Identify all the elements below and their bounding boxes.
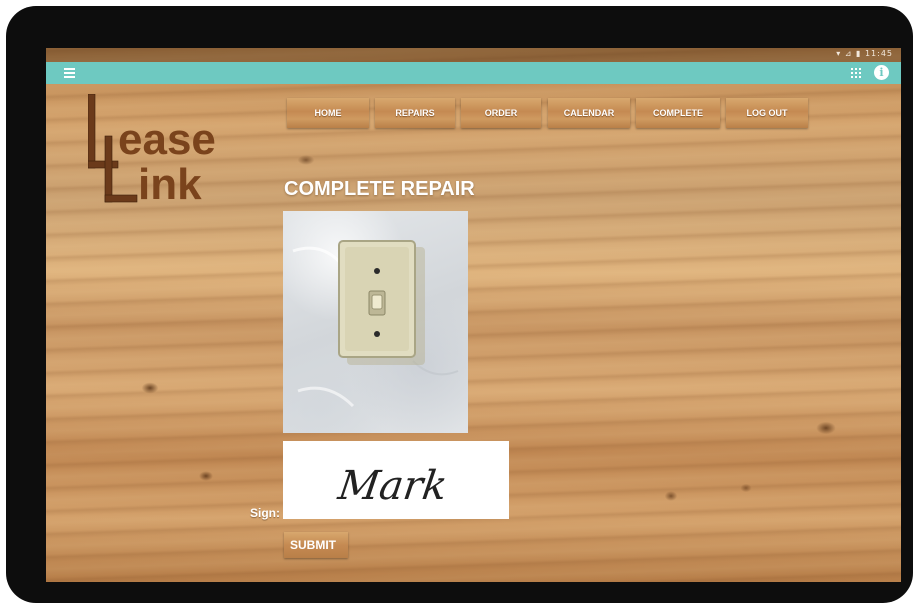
submit-button[interactable]: SUBMIT bbox=[284, 532, 348, 558]
sign-label: Sign: bbox=[250, 506, 280, 520]
app-screen: ▾ ⊿ ▮ 11:45 i ease ink HOME REPAIRS ORDE… bbox=[46, 48, 901, 582]
nav-order-button[interactable]: ORDER bbox=[461, 98, 541, 128]
info-icon[interactable]: i bbox=[874, 65, 889, 80]
status-bar: ▾ ⊿ ▮ 11:45 bbox=[46, 48, 901, 62]
nav-logout-button[interactable]: LOG OUT bbox=[726, 98, 808, 128]
repair-photo bbox=[283, 211, 468, 433]
app-bar: i bbox=[46, 62, 901, 84]
page-title: COMPLETE REPAIR bbox=[284, 178, 475, 200]
logo-line1: ease bbox=[118, 115, 216, 164]
logo-line2: ink bbox=[138, 160, 202, 204]
signature-name: Mark bbox=[334, 463, 450, 509]
menu-icon[interactable] bbox=[64, 68, 75, 78]
nav-complete-button[interactable]: COMPLETE bbox=[636, 98, 720, 128]
status-indicators: ▾ ⊿ ▮ 11:45 bbox=[836, 49, 893, 58]
nav-repairs-button[interactable]: REPAIRS bbox=[375, 98, 455, 128]
tablet-frame: ▾ ⊿ ▮ 11:45 i ease ink HOME REPAIRS ORDE… bbox=[6, 6, 913, 603]
nav-calendar-button[interactable]: CALENDAR bbox=[548, 98, 630, 128]
signature-drawing: Mark bbox=[334, 463, 450, 509]
lease-link-logo: ease ink bbox=[88, 94, 216, 204]
grid-icon[interactable] bbox=[851, 68, 861, 78]
nav-home-button[interactable]: HOME bbox=[287, 98, 369, 128]
light-switch-image bbox=[292, 240, 459, 408]
signature-pad[interactable]: Mark bbox=[283, 441, 509, 519]
